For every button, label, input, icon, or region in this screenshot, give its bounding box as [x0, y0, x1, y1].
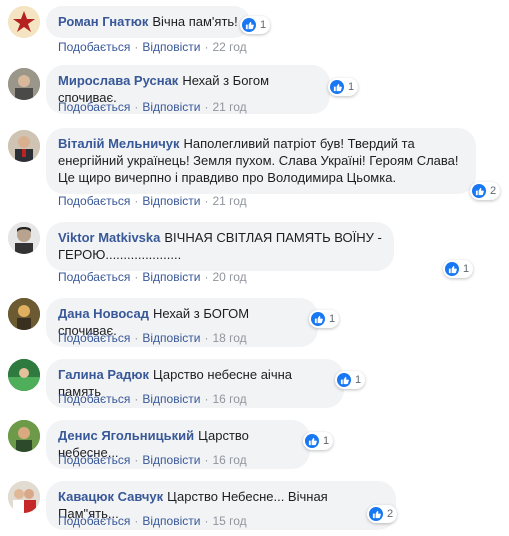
reply-link[interactable]: Відповісти [142, 194, 200, 208]
comment-actions: Подобається · Відповісти · 21 год [58, 194, 247, 208]
like-icon [445, 262, 459, 276]
like-icon [369, 507, 383, 521]
comment-bubble: Роман Гнатюк Вічна пам'ять! [46, 6, 250, 38]
like-link[interactable]: Подобається [58, 100, 130, 114]
comment-timestamp[interactable]: 22 год [212, 40, 246, 54]
reaction-number: 2 [387, 508, 394, 520]
comment-timestamp[interactable]: 16 год [212, 453, 246, 467]
comment-actions: Подобається · Відповісти · 16 год [58, 392, 247, 406]
comment-text: Вічна пам'ять! [152, 14, 238, 29]
like-icon [242, 18, 256, 32]
avatar[interactable] [8, 68, 40, 100]
reaction-number: 1 [329, 313, 336, 325]
reaction-count[interactable]: 1 [240, 16, 271, 34]
reaction-number: 1 [323, 435, 330, 447]
reaction-number: 1 [348, 81, 355, 93]
avatar[interactable] [8, 298, 40, 330]
reply-link[interactable]: Відповісти [142, 100, 200, 114]
like-link[interactable]: Подобається [58, 331, 130, 345]
like-link[interactable]: Подобається [58, 40, 130, 54]
like-icon [305, 434, 319, 448]
reaction-count[interactable]: 1 [443, 260, 474, 278]
reaction-count[interactable]: 2 [367, 505, 398, 523]
comment-timestamp[interactable]: 21 год [212, 194, 246, 208]
avatar[interactable] [8, 359, 40, 391]
reply-link[interactable]: Відповісти [142, 331, 200, 345]
like-link[interactable]: Подобається [58, 514, 130, 528]
like-link[interactable]: Подобається [58, 270, 130, 284]
comment-author[interactable]: Мирослава Руснак [58, 73, 178, 88]
like-icon [337, 373, 351, 387]
comment-timestamp[interactable]: 16 год [212, 392, 246, 406]
comment-actions: Подобається · Відповісти · 16 год [58, 453, 247, 467]
reaction-number: 1 [463, 263, 470, 275]
avatar[interactable] [8, 481, 40, 513]
comment-timestamp[interactable]: 20 год [212, 270, 246, 284]
comment-author[interactable]: Галина Радюк [58, 367, 149, 382]
like-icon [472, 184, 486, 198]
reaction-count[interactable]: 2 [470, 182, 501, 200]
comment-timestamp[interactable]: 18 год [212, 331, 246, 345]
reply-link[interactable]: Відповісти [142, 270, 200, 284]
comment-timestamp[interactable]: 21 год [212, 100, 246, 114]
reply-link[interactable]: Відповісти [142, 392, 200, 406]
reply-link[interactable]: Відповісти [142, 453, 200, 467]
comment-actions: Подобається · Відповісти · 22 год [58, 40, 247, 54]
comment-actions: Подобається · Відповісти · 21 год [58, 100, 247, 114]
comment-actions: Подобається · Відповісти · 20 год [58, 270, 247, 284]
like-icon [311, 312, 325, 326]
comment-actions: Подобається · Відповісти · 18 год [58, 331, 247, 345]
reaction-count[interactable]: 1 [303, 432, 334, 450]
reaction-number: 1 [355, 374, 362, 386]
comment-author[interactable]: Роман Гнатюк [58, 14, 148, 29]
like-link[interactable]: Подобається [58, 194, 130, 208]
avatar[interactable] [8, 6, 40, 38]
comment-bubble: Віталій Мельничук Наполегливий патріот бу… [46, 128, 476, 194]
comment-timestamp[interactable]: 15 год [212, 514, 246, 528]
reaction-number: 2 [490, 185, 497, 197]
avatar[interactable] [8, 420, 40, 452]
reply-link[interactable]: Відповісти [142, 40, 200, 54]
reaction-count[interactable]: 1 [335, 371, 366, 389]
comment-author[interactable]: Дана Новосад [58, 306, 149, 321]
reaction-count[interactable]: 1 [309, 310, 340, 328]
reply-link[interactable]: Відповісти [142, 514, 200, 528]
comment-author[interactable]: Viktor Matkivska [58, 230, 160, 245]
comment-actions: Подобається · Відповісти · 15 год [58, 514, 247, 528]
reaction-count[interactable]: 1 [328, 78, 359, 96]
like-link[interactable]: Подобається [58, 392, 130, 406]
comment-author[interactable]: Денис Ягольницький [58, 428, 194, 443]
comment-bubble: Viktor Matkivska ВІЧНАЯ СВІТЛАЯ ПАМЯТЬ ВО… [46, 222, 394, 271]
avatar[interactable] [8, 222, 40, 254]
comment-author[interactable]: Кавацюк Савчук [58, 489, 163, 504]
reaction-number: 1 [260, 19, 267, 31]
avatar[interactable] [8, 130, 40, 162]
like-icon [330, 80, 344, 94]
comment-author[interactable]: Віталій Мельничук [58, 136, 180, 151]
like-link[interactable]: Подобається [58, 453, 130, 467]
